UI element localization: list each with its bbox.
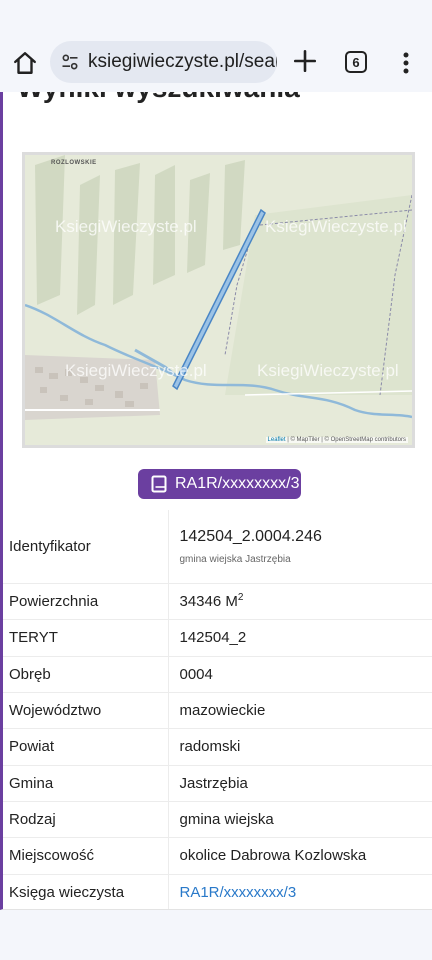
page-content: Wyniki wyszukiwania	[0, 92, 432, 910]
area-value: 34346 M	[179, 593, 238, 610]
leaflet-link[interactable]: Leaflet	[268, 437, 286, 443]
map-watermark: KsiegiWieczyste.pl	[65, 361, 207, 380]
row-key: Identyfikator	[3, 510, 169, 583]
map-tiles	[25, 155, 412, 445]
parcel-details-table: Identyfikator 142504_2.0004.246 gmina wi…	[3, 510, 432, 909]
row-value: mazowieckie	[168, 691, 432, 728]
row-value: Jastrzębia	[168, 764, 432, 801]
map-place-label: ROZLOWSKIE	[51, 160, 97, 166]
home-icon[interactable]	[12, 50, 38, 76]
row-key: Obręb	[3, 655, 169, 692]
row-value: okolice Dabrowa Kozlowska	[168, 836, 432, 874]
table-row: Obręb 0004	[3, 655, 432, 692]
map-watermark: KsiegiWieczyste.pl	[257, 361, 399, 380]
row-value: gmina wiejska	[168, 800, 432, 837]
map-attribution-text: | © MapTiler | © OpenStreetMap contribut…	[285, 437, 406, 443]
browser-toolbar: ksiegiwieczyste.pl/searc 6	[0, 0, 432, 92]
map-watermark: KsiegiWieczyste.pl	[265, 217, 407, 236]
row-key: Powierzchnia	[3, 582, 169, 619]
table-row: Województwo mazowieckie	[3, 691, 432, 728]
row-key: Województwo	[3, 691, 169, 728]
parcel-map[interactable]: ROZLOWSKIE KsiegiWieczyste.pl KsiegiWiec…	[22, 152, 415, 448]
page-title: Wyniki wyszukiwania	[17, 92, 300, 104]
row-key: Miejscowość	[3, 836, 169, 874]
land-register-button[interactable]: RA1R/xxxxxxxx/3	[138, 469, 301, 499]
row-value: 142504_2	[168, 618, 432, 656]
parcel-id: 142504_2.0004.246	[179, 527, 322, 545]
table-row: Powiat radomski	[3, 727, 432, 765]
address-bar[interactable]: ksiegiwieczyste.pl/searc	[50, 41, 277, 83]
row-key: Powiat	[3, 727, 169, 765]
row-value: 142504_2.0004.246 gmina wiejska Jastrzęb…	[168, 510, 432, 583]
book-icon	[151, 475, 167, 493]
land-register-label: RA1R/xxxxxxxx/3	[175, 475, 300, 492]
map-watermark: KsiegiWieczyste.pl	[55, 217, 197, 236]
table-row: Miejscowość okolice Dabrowa Kozlowska	[3, 836, 432, 874]
row-key: Księga wieczysta	[3, 873, 169, 909]
tune-icon[interactable]	[60, 52, 80, 72]
row-key: TERYT	[3, 618, 169, 656]
table-row: TERYT 142504_2	[3, 618, 432, 656]
tab-switcher-button[interactable]: 6	[345, 51, 367, 73]
land-register-link[interactable]: RA1R/xxxxxxxx/3	[180, 884, 297, 901]
row-key: Gmina	[3, 764, 169, 801]
row-value: 34346 M2	[168, 582, 432, 619]
more-vert-icon[interactable]	[397, 50, 415, 76]
table-row: Identyfikator 142504_2.0004.246 gmina wi…	[3, 510, 432, 583]
table-row: Księga wieczysta RA1R/xxxxxxxx/3	[3, 873, 432, 909]
table-row: Rodzaj gmina wiejska	[3, 800, 432, 837]
parcel-id-subtitle: gmina wiejska Jastrzębia	[179, 553, 291, 565]
table-row: Powierzchnia 34346 M2	[3, 582, 432, 619]
row-key: Rodzaj	[3, 800, 169, 837]
row-value: RA1R/xxxxxxxx/3	[168, 873, 432, 909]
row-value: 0004	[168, 655, 432, 692]
plus-icon[interactable]	[292, 48, 318, 74]
area-unit-exponent: 2	[237, 592, 244, 603]
table-row: Gmina Jastrzębia	[3, 764, 432, 801]
row-value: radomski	[168, 727, 432, 765]
tab-count: 6	[352, 54, 360, 70]
url-text[interactable]: ksiegiwieczyste.pl/searc	[88, 51, 277, 73]
map-attribution: Leaflet | © MapTiler | © OpenStreetMap c…	[265, 437, 408, 443]
